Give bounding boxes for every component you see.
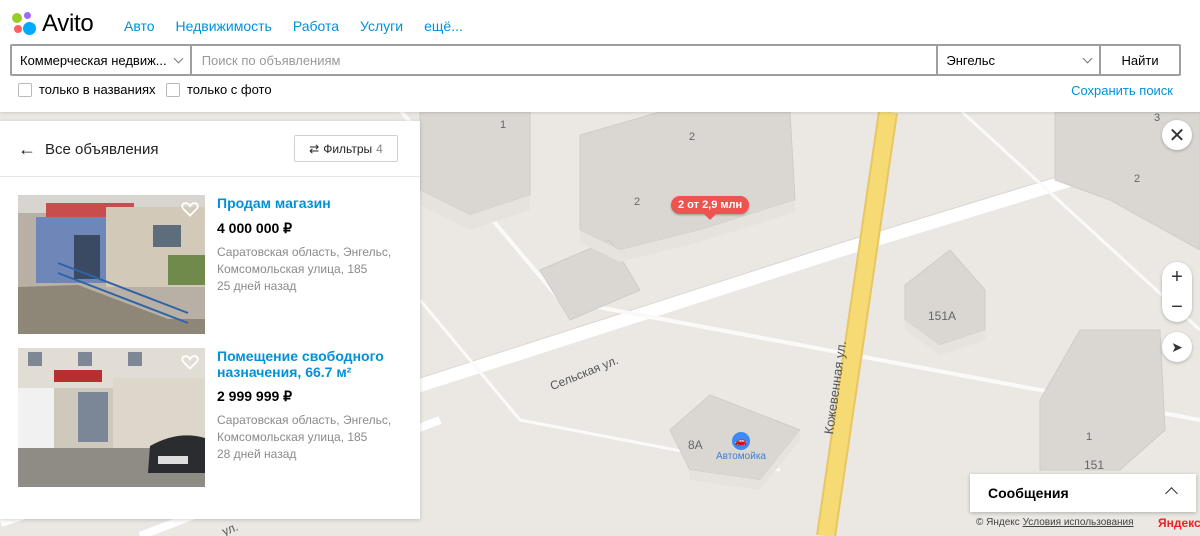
divider — [0, 176, 420, 177]
only-photo-checkbox-row[interactable]: только с фото — [166, 82, 272, 97]
yandex-logo[interactable]: Яндекс — [1158, 516, 1200, 530]
sliders-icon: ⇄ — [309, 141, 320, 156]
listing-address: Саратовская область, Энгельс, Комсомольс… — [217, 413, 392, 444]
car-icon: 🚗 — [732, 432, 750, 450]
zoom-out-button[interactable]: − — [1171, 292, 1183, 322]
terms-link[interactable]: Условия использования — [1023, 517, 1134, 528]
house-number: 8А — [688, 438, 703, 452]
messages-widget[interactable]: Сообщения — [970, 474, 1196, 512]
house-number: 2 — [1134, 173, 1141, 185]
only-titles-label: только в названиях — [39, 82, 156, 97]
nav-item-services[interactable]: Услуги — [360, 18, 403, 34]
logo-text: Avito — [42, 10, 94, 37]
office-photo — [18, 348, 205, 487]
city-select[interactable]: Энгельс — [938, 46, 1100, 74]
zoom-in-button[interactable]: + — [1171, 262, 1183, 292]
header: Avito Авто Недвижимость Работа Услуги ещ… — [0, 0, 1200, 112]
category-select[interactable]: Коммерческая недвиж... — [12, 46, 190, 74]
listing-photo[interactable] — [18, 195, 205, 334]
yandex-logo-text: Яндекс — [1158, 516, 1200, 530]
house-number: 2 — [689, 131, 696, 143]
listing-item[interactable]: Помещение свободного назначения, 66.7 м²… — [18, 348, 408, 488]
house-number: 3 — [1154, 112, 1161, 124]
favorite-heart-icon[interactable] — [181, 354, 199, 370]
filters-count: 4 — [376, 141, 383, 156]
search-placeholder: Поиск по объявлениям — [201, 52, 341, 68]
only-titles-checkbox[interactable] — [18, 82, 32, 97]
house-number: 1 — [500, 119, 507, 131]
listings-panel: ← Все объявления ⇄ Фильтры 4 Продам мага… — [0, 121, 420, 519]
poi-carwash[interactable]: 🚗 Автомойка — [716, 432, 766, 462]
minus-icon: − — [1171, 295, 1183, 318]
poi-label: Автомойка — [716, 451, 766, 462]
house-number: 151А — [928, 309, 957, 323]
house-number: 2 — [634, 196, 641, 208]
search-bar: Коммерческая недвиж... Поиск по объявлен… — [10, 44, 1181, 76]
back-to-all-button[interactable]: ← Все объявления — [18, 140, 158, 158]
nav-item-more[interactable]: ещё... — [424, 18, 463, 34]
only-photo-checkbox[interactable] — [166, 82, 180, 97]
nav-item-realty[interactable]: Недвижимость — [176, 18, 272, 34]
main-nav: Авто Недвижимость Работа Услуги ещё... — [124, 18, 484, 34]
map-cluster-marker[interactable]: 2 от 2,9 млн — [671, 196, 750, 220]
shop-photo — [18, 195, 205, 334]
logo[interactable]: Avito — [12, 10, 94, 38]
chevron-down-icon — [173, 53, 184, 64]
back-label: Все объявления — [45, 140, 159, 158]
close-map-button[interactable]: ✕ — [1162, 120, 1192, 150]
house-number: 1 — [1086, 431, 1093, 443]
messages-label: Сообщения — [988, 485, 1069, 501]
location-arrow-icon: ➤ — [1171, 338, 1183, 355]
listing-title[interactable]: Продам магазин — [217, 195, 407, 211]
close-icon: ✕ — [1168, 124, 1186, 147]
nav-item-auto[interactable]: Авто — [124, 18, 155, 34]
chevron-down-icon — [1082, 53, 1093, 64]
plus-icon: + — [1171, 265, 1183, 288]
listing-price: 2 999 999 ₽ — [217, 388, 293, 404]
only-titles-checkbox-row[interactable]: только в названиях — [18, 82, 156, 97]
geolocate-button[interactable]: ➤ — [1162, 332, 1192, 362]
map-copyright: © Яндекс Условия использования — [976, 517, 1134, 528]
search-input[interactable]: Поиск по объявлениям — [191, 46, 937, 74]
filters-button[interactable]: ⇄ Фильтры 4 — [294, 135, 398, 162]
listing-item[interactable]: Продам магазин 4 000 000 ₽ Саратовская о… — [18, 195, 408, 335]
only-photo-label: только с фото — [187, 82, 272, 97]
listing-photo[interactable] — [18, 348, 205, 487]
listing-price: 4 000 000 ₽ — [217, 220, 293, 236]
listing-address: Саратовская область, Энгельс, Комсомольс… — [217, 245, 392, 276]
copyright-text: © Яндекс — [976, 517, 1020, 528]
city-value: Энгельс — [946, 52, 996, 68]
favorite-heart-icon[interactable] — [181, 201, 199, 217]
category-value: Коммерческая недвиж... — [20, 52, 167, 68]
arrow-left-icon: ← — [18, 139, 36, 159]
zoom-control: + − — [1162, 262, 1192, 322]
house-number: 151 — [1084, 458, 1105, 472]
chevron-up-icon — [1165, 487, 1178, 500]
logo-icon — [12, 12, 38, 36]
listing-date: 28 дней назад — [217, 447, 297, 461]
nav-item-jobs[interactable]: Работа — [293, 18, 339, 34]
search-button[interactable]: Найти — [1101, 46, 1179, 74]
save-search-link[interactable]: Сохранить поиск — [1071, 83, 1173, 98]
listing-date: 25 дней назад — [217, 279, 297, 293]
filters-label: Фильтры — [323, 141, 373, 156]
listing-title[interactable]: Помещение свободного назначения, 66.7 м² — [217, 348, 407, 380]
